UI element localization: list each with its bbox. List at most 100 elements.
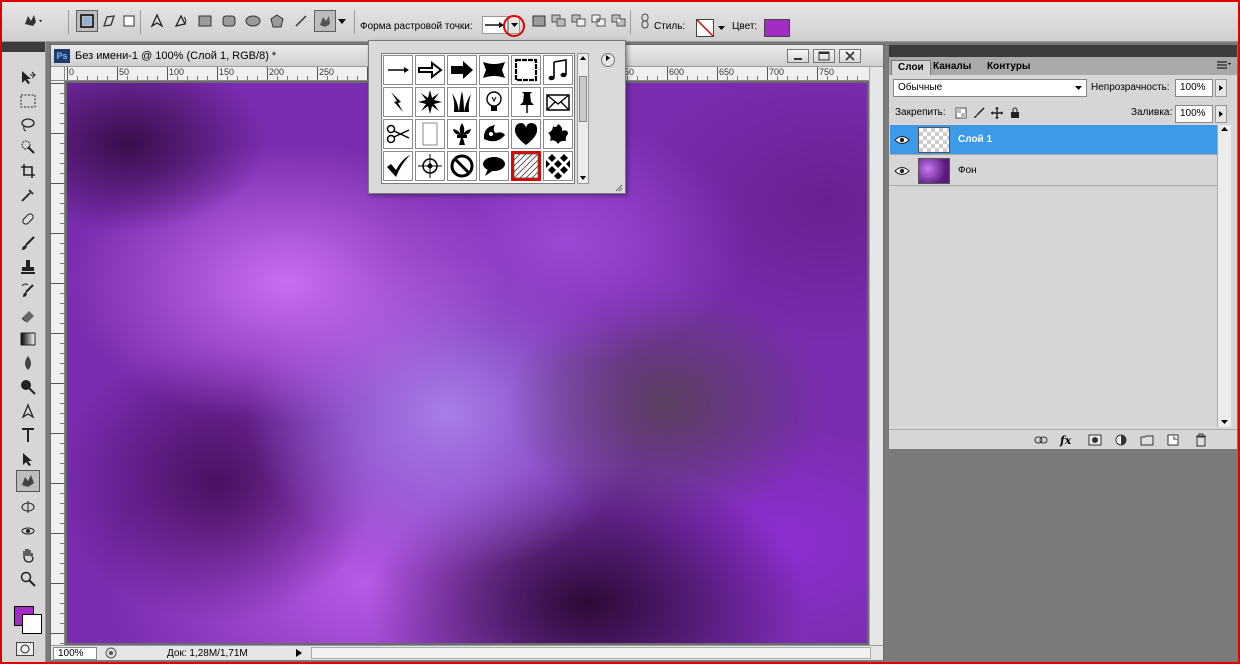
paths-mode-button[interactable]: [98, 10, 120, 32]
shape-cell[interactable]: [383, 87, 413, 117]
quick-select-icon[interactable]: [16, 136, 40, 158]
shape-cell[interactable]: [511, 87, 541, 117]
shape-cell[interactable]: [415, 119, 445, 149]
shape-cell[interactable]: [479, 87, 509, 117]
play-arrow-icon[interactable]: [295, 648, 305, 659]
clone-stamp-icon[interactable]: [16, 256, 40, 278]
custom-shape-tool-button[interactable]: [314, 10, 336, 32]
move-icon[interactable]: [16, 66, 40, 88]
lock-pixels-icon[interactable]: [973, 107, 985, 119]
lock-position-icon[interactable]: [991, 107, 1003, 119]
background-color[interactable]: [22, 614, 42, 634]
shape-cell[interactable]: [479, 151, 509, 181]
blur-icon[interactable]: [16, 352, 40, 374]
shape-cell[interactable]: [383, 55, 413, 85]
shape-cell[interactable]: [543, 119, 573, 149]
new-shape-layer-button[interactable]: [528, 10, 550, 32]
minimize-button[interactable]: [787, 49, 809, 63]
custom-shape-icon[interactable]: [16, 470, 40, 492]
exclude-shape-button[interactable]: [608, 10, 630, 32]
close-button[interactable]: [839, 49, 861, 63]
fill-slider-arrow[interactable]: [1215, 105, 1227, 123]
shape-cell[interactable]: [415, 151, 445, 181]
link-layers-icon[interactable]: [1033, 432, 1049, 448]
ruler-origin[interactable]: [51, 67, 65, 81]
lasso-icon[interactable]: [16, 114, 40, 136]
ellipse-tool-button[interactable]: [242, 10, 264, 32]
marquee-icon[interactable]: [16, 90, 40, 112]
layer-row[interactable]: Слой 1: [890, 125, 1218, 155]
shape-cell[interactable]: [511, 55, 541, 85]
fill-pixels-mode-button[interactable]: [118, 10, 140, 32]
chevron-down-icon[interactable]: [338, 16, 348, 26]
link-icon[interactable]: [634, 10, 656, 32]
add-to-shape-button[interactable]: [548, 10, 570, 32]
status-icon[interactable]: [105, 647, 117, 659]
add-mask-icon[interactable]: [1087, 432, 1103, 448]
subtract-shape-button[interactable]: [568, 10, 590, 32]
lock-all-icon[interactable]: [1009, 107, 1021, 119]
maximize-button[interactable]: [813, 49, 835, 63]
picker-menu-icon[interactable]: [601, 53, 615, 67]
blend-mode-select[interactable]: Обычные: [893, 79, 1087, 97]
shape-cell[interactable]: [447, 151, 477, 181]
vertical-ruler[interactable]: [51, 81, 65, 645]
shape-cell[interactable]: [543, 151, 573, 181]
shape-cell[interactable]: [383, 119, 413, 149]
layers-scrollbar[interactable]: [1217, 125, 1231, 427]
adjustment-layer-icon[interactable]: [1113, 432, 1129, 448]
shape-cell[interactable]: [415, 55, 445, 85]
freeform-pen-button[interactable]: [170, 10, 192, 32]
dodge-icon[interactable]: [16, 376, 40, 398]
opacity-input[interactable]: 100%: [1175, 79, 1213, 97]
color-swatch[interactable]: [764, 19, 790, 37]
fill-input[interactable]: 100%: [1175, 105, 1213, 123]
shape-cell[interactable]: [415, 87, 445, 117]
lock-transparency-icon[interactable]: [955, 107, 967, 119]
pen-icon[interactable]: [16, 400, 40, 422]
intersect-shape-button[interactable]: [588, 10, 610, 32]
tab-layers[interactable]: Слои: [891, 60, 931, 75]
new-group-icon[interactable]: [1139, 432, 1155, 448]
shape-cell[interactable]: [447, 119, 477, 149]
crop-icon[interactable]: [16, 160, 40, 182]
shape-cell[interactable]: [479, 55, 509, 85]
tool-preset-picker[interactable]: [22, 10, 44, 32]
polygon-tool-button[interactable]: [266, 10, 288, 32]
shape-cell[interactable]: [447, 55, 477, 85]
zoom-field[interactable]: 100%: [53, 647, 97, 660]
3d-rotate-icon[interactable]: [16, 496, 40, 518]
eraser-icon[interactable]: [16, 304, 40, 326]
eyedropper-icon[interactable]: [16, 184, 40, 206]
shape-layers-mode-button[interactable]: [76, 10, 98, 32]
shape-cell[interactable]: [543, 87, 573, 117]
line-tool-button[interactable]: [290, 10, 312, 32]
brush-icon[interactable]: [16, 232, 40, 254]
opacity-slider-arrow[interactable]: [1215, 79, 1227, 97]
new-layer-icon[interactable]: [1165, 432, 1181, 448]
shape-cell[interactable]: [543, 55, 573, 85]
eye-icon[interactable]: [894, 165, 910, 177]
type-icon[interactable]: [16, 424, 40, 446]
shape-cell[interactable]: [511, 151, 541, 181]
hand-icon[interactable]: [16, 544, 40, 566]
shape-cell[interactable]: [447, 87, 477, 117]
panel-menu-icon[interactable]: [1217, 61, 1231, 71]
horizontal-scrollbar[interactable]: [311, 647, 871, 659]
tab-channels[interactable]: Каналы: [927, 60, 977, 75]
tab-paths[interactable]: Контуры: [981, 60, 1036, 75]
picker-scrollbar[interactable]: [577, 53, 589, 184]
healing-brush-icon[interactable]: [16, 208, 40, 230]
chevron-down-icon[interactable]: [718, 22, 726, 30]
shape-cell[interactable]: [383, 151, 413, 181]
layer-row[interactable]: Фон: [890, 156, 1218, 186]
history-brush-icon[interactable]: [16, 280, 40, 302]
quick-mask-icon[interactable]: [16, 642, 34, 656]
gradient-icon[interactable]: [16, 328, 40, 350]
resize-grip-icon[interactable]: [615, 183, 623, 192]
fx-icon[interactable]: fx: [1059, 432, 1075, 448]
eye-icon[interactable]: [894, 134, 910, 146]
rectangle-tool-button[interactable]: [194, 10, 216, 32]
pen-tool-button[interactable]: [146, 10, 168, 32]
rounded-rectangle-tool-button[interactable]: [218, 10, 240, 32]
